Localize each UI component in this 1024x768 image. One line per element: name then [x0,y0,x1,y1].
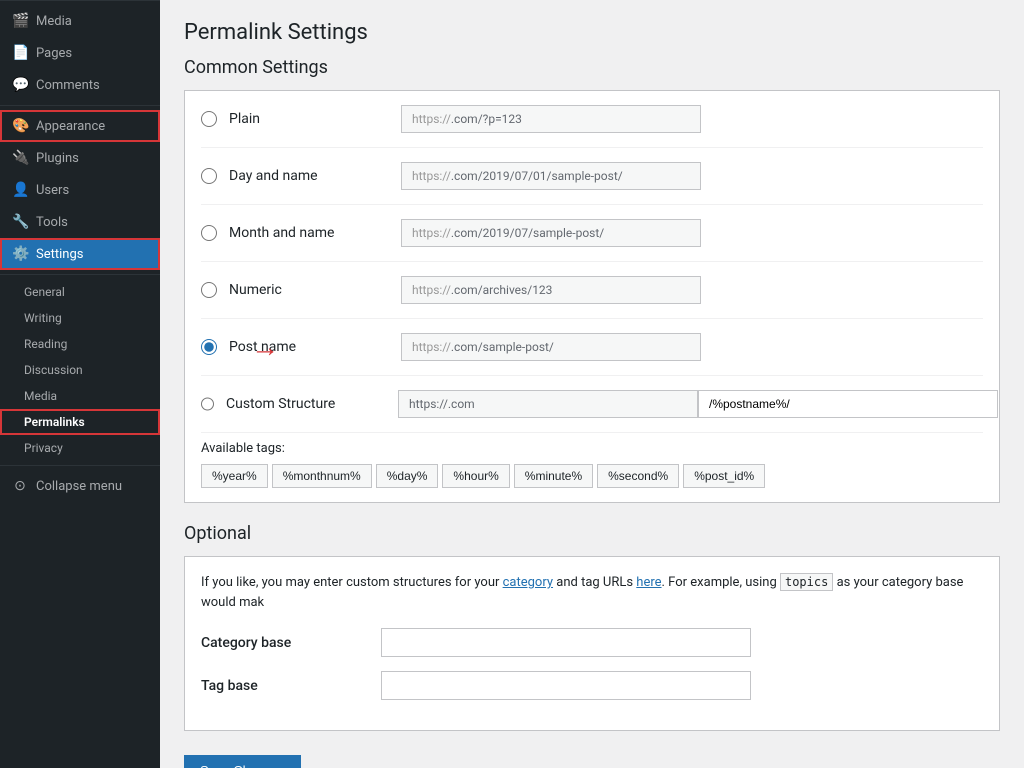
url-preview-numeric: https:// .com/archives/123 [401,276,701,304]
label-post-name[interactable]: Post name [229,339,389,355]
plugins-icon: 🔌 [12,150,28,166]
option-plain: Plain https:// .com/?p=123 [201,91,983,148]
sub-item-reading[interactable]: Reading [0,331,160,357]
url-preview-post-name: https:// .com/sample-post/ [401,333,701,361]
label-month-and-name[interactable]: Month and name [229,225,389,241]
tag-btn-%minute%[interactable]: %minute% [514,464,593,488]
option-post-name: Post name https:// .com/sample-post/ → [201,319,983,376]
pages-icon: 📄 [12,45,28,61]
sidebar-item-tools[interactable]: 🔧 Tools [0,206,160,238]
radio-post-name[interactable] [201,339,217,355]
optional-section: If you like, you may enter custom struct… [184,556,1000,731]
radio-custom-structure[interactable] [201,396,214,412]
arrow-annotation-save: ← [313,751,345,768]
available-tags-label: Available tags: [201,441,983,456]
radio-numeric[interactable] [201,282,217,298]
collapse-icon: ⊙ [12,478,28,494]
optional-description: If you like, you may enter custom struct… [201,573,983,612]
appearance-icon: 🎨 [12,118,28,134]
sidebar-item-pages[interactable]: 📄 Pages [0,37,160,69]
tools-icon: 🔧 [12,214,28,230]
optional-title: Optional [184,523,1000,544]
sub-item-permalinks[interactable]: Permalinks [0,409,160,435]
category-base-input[interactable] [381,628,751,657]
url-preview-month-and-name: https:// .com/2019/07/sample-post/ [401,219,701,247]
tag-btn-%day%[interactable]: %day% [376,464,439,488]
category-link[interactable]: category [503,575,553,590]
sidebar-item-plugins[interactable]: 🔌 Plugins [0,142,160,174]
users-icon: 👤 [12,182,28,198]
sidebar-item-comments[interactable]: 💬 Comments [0,69,160,101]
option-day-and-name: Day and name https:// .com/2019/07/01/sa… [201,148,983,205]
page-title: Permalink Settings [184,20,1000,45]
common-settings-title: Common Settings [184,57,1000,78]
sub-item-discussion[interactable]: Discussion [0,357,160,383]
comments-icon: 💬 [12,77,28,93]
settings-icon: ⚙️ [12,246,28,262]
radio-day-and-name[interactable] [201,168,217,184]
category-base-label: Category base [201,635,381,651]
sub-item-writing[interactable]: Writing [0,305,160,331]
url-preview-plain: https:// .com/?p=123 [401,105,701,133]
custom-structure-url-area: https:// .com [398,390,998,418]
custom-structure-input[interactable] [698,390,998,418]
option-custom-structure: Custom Structure https:// .com [201,376,983,433]
media-icon: 🎬 [12,13,28,29]
category-base-row: Category base [201,628,983,657]
radio-month-and-name[interactable] [201,225,217,241]
sub-item-general[interactable]: General [0,279,160,305]
here-link[interactable]: here [636,575,661,590]
tag-base-row: Tag base [201,671,983,700]
label-day-and-name[interactable]: Day and name [229,168,389,184]
tags-list: %year%%monthnum%%day%%hour%%minute%%seco… [201,464,983,488]
tag-btn-%hour%[interactable]: %hour% [442,464,509,488]
sub-item-privacy[interactable]: Privacy [0,435,160,461]
available-tags-area: Available tags: %year%%monthnum%%day%%ho… [201,433,983,502]
label-numeric[interactable]: Numeric [229,282,389,298]
tag-base-input[interactable] [381,671,751,700]
sidebar-item-users[interactable]: 👤 Users [0,174,160,206]
url-base-custom: https:// .com [398,390,698,418]
sub-item-media[interactable]: Media [0,383,160,409]
sidebar-item-media[interactable]: 🎬 Media [0,5,160,37]
tag-btn-%second%[interactable]: %second% [597,464,679,488]
radio-plain[interactable] [201,111,217,127]
option-month-and-name: Month and name https:// .com/2019/07/sam… [201,205,983,262]
main-content: Permalink Settings Common Settings Plain… [160,0,1024,768]
option-numeric: Numeric https:// .com/archives/123 [201,262,983,319]
tag-base-label: Tag base [201,678,381,694]
save-area: Save Changes ← [184,751,1000,768]
tag-btn-%post_id%[interactable]: %post_id% [683,464,765,488]
label-custom-structure[interactable]: Custom Structure [226,396,386,412]
common-settings-section: Plain https:// .com/?p=123 Day and name … [184,90,1000,503]
collapse-menu-button[interactable]: ⊙ Collapse menu [0,470,160,502]
sidebar-item-appearance[interactable]: 🎨 Appearance [0,110,160,142]
sidebar-item-settings[interactable]: ⚙️ Settings [0,238,160,270]
sidebar: 🎬 Media 📄 Pages 💬 Comments 🎨 Appearance … [0,0,160,768]
tag-btn-%monthnum%[interactable]: %monthnum% [272,464,372,488]
url-preview-day-and-name: https:// .com/2019/07/01/sample-post/ [401,162,701,190]
tag-btn-%year%[interactable]: %year% [201,464,268,488]
label-plain[interactable]: Plain [229,111,389,127]
topics-code: topics [780,573,833,591]
save-changes-button[interactable]: Save Changes [184,755,301,768]
